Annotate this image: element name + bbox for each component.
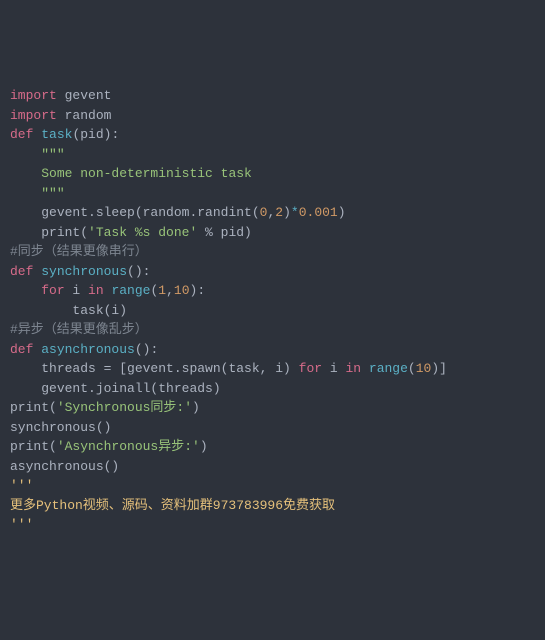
paren: ) [338, 205, 346, 220]
function-name: asynchronous [41, 342, 135, 357]
code-line: synchronous() [10, 418, 535, 438]
call: print( [10, 439, 57, 454]
string: 'Asynchronous异步:' [57, 439, 200, 454]
code-line: print('Task %s done' % pid) [10, 223, 535, 243]
space [361, 361, 369, 376]
code-line: ''' [10, 476, 535, 496]
keyword-import: import [10, 88, 57, 103]
module-name: random [57, 108, 112, 123]
paren: ) [192, 400, 200, 415]
number: 1 [158, 283, 166, 298]
triple-quote: ''' [10, 478, 33, 493]
keyword-in: in [345, 361, 361, 376]
indent [10, 381, 41, 396]
paren: ) [200, 439, 208, 454]
footer-text: 更多Python视频、源码、资料加群973783996免费获取 [10, 498, 335, 513]
code-text: threads = [gevent.spawn(task, i) [41, 361, 298, 376]
code-line: print('Asynchronous异步:') [10, 437, 535, 457]
comma: , [166, 283, 174, 298]
paren: ) [283, 205, 291, 220]
indent [10, 147, 41, 162]
var: i [65, 283, 88, 298]
docstring: Some non-deterministic task [41, 166, 252, 181]
indent [10, 166, 41, 181]
number: 0.001 [299, 205, 338, 220]
indent [10, 283, 41, 298]
call: task(i) [72, 303, 127, 318]
code-line: ''' [10, 515, 535, 535]
keyword-def: def [10, 127, 41, 142]
keyword-import: import [10, 108, 57, 123]
call: asynchronous() [10, 459, 119, 474]
rest: % pid) [197, 225, 252, 240]
builtin-range: range [369, 361, 408, 376]
function-name: task [41, 127, 72, 142]
indent [10, 361, 41, 376]
code-line: import gevent [10, 86, 535, 106]
indent [10, 303, 72, 318]
paren: ( [408, 361, 416, 376]
paren: )] [431, 361, 447, 376]
code-line: #同步（结果更像串行） [10, 242, 535, 262]
number: 10 [174, 283, 190, 298]
triple-quote: ''' [10, 517, 33, 532]
keyword-def: def [10, 342, 41, 357]
comment: #同步（结果更像串行） [10, 244, 148, 259]
string: 'Task %s done' [88, 225, 197, 240]
docstring: """ [41, 147, 64, 162]
docstring: """ [41, 186, 64, 201]
params: (pid): [72, 127, 119, 142]
code-line: def task(pid): [10, 125, 535, 145]
code-line: Some non-deterministic task [10, 164, 535, 184]
call: synchronous() [10, 420, 111, 435]
string: 'Synchronous同步:' [57, 400, 192, 415]
number: 10 [416, 361, 432, 376]
keyword-def: def [10, 264, 41, 279]
indent [10, 186, 41, 201]
params: (): [127, 264, 150, 279]
code-line: """ [10, 184, 535, 204]
code-line: task(i) [10, 301, 535, 321]
code-line: print('Synchronous同步:') [10, 398, 535, 418]
operator: * [291, 205, 299, 220]
code-line: def asynchronous(): [10, 340, 535, 360]
code-line: """ [10, 145, 535, 165]
indent [10, 225, 41, 240]
module-name: gevent [57, 88, 112, 103]
code-line: 更多Python视频、源码、资料加群973783996免费获取 [10, 496, 535, 516]
function-name: synchronous [41, 264, 127, 279]
keyword-for: for [41, 283, 64, 298]
var: i [322, 361, 345, 376]
code-line: gevent.sleep(random.randint(0,2)*0.001) [10, 203, 535, 223]
paren: ): [190, 283, 206, 298]
code-line: import random [10, 106, 535, 126]
code-block: import geventimport randomdef task(pid):… [10, 86, 535, 535]
indent [10, 205, 41, 220]
comment: #异步（结果更像乱步） [10, 322, 148, 337]
keyword-for: for [299, 361, 322, 376]
code-line: asynchronous() [10, 457, 535, 477]
call: print( [41, 225, 88, 240]
call: gevent.sleep(random.randint( [41, 205, 259, 220]
code-line: gevent.joinall(threads) [10, 379, 535, 399]
code-line: threads = [gevent.spawn(task, i) for i i… [10, 359, 535, 379]
params: (): [135, 342, 158, 357]
builtin-range: range [111, 283, 150, 298]
call: print( [10, 400, 57, 415]
keyword-in: in [88, 283, 104, 298]
call: gevent.joinall(threads) [41, 381, 220, 396]
code-line: for i in range(1,10): [10, 281, 535, 301]
code-line: def synchronous(): [10, 262, 535, 282]
code-line: #异步（结果更像乱步） [10, 320, 535, 340]
number: 2 [275, 205, 283, 220]
